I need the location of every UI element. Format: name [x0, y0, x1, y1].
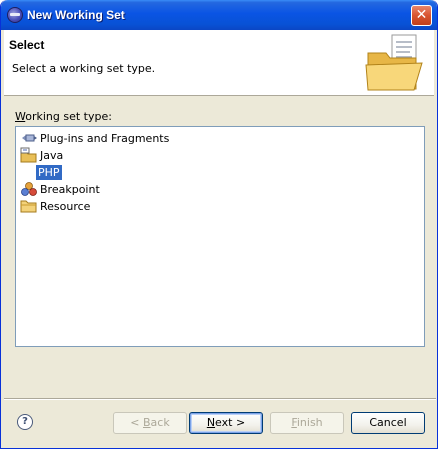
- plugin-icon: [20, 130, 38, 146]
- wizard-header: Select Select a working set type.: [4, 30, 434, 96]
- list-item-label: PHP: [36, 164, 62, 180]
- eclipse-icon: [7, 7, 23, 23]
- back-button[interactable]: < Back: [113, 412, 187, 434]
- footer-divider: [4, 398, 436, 400]
- working-set-type-label: Working set type:: [15, 110, 112, 123]
- java-project-icon: [20, 147, 38, 163]
- list-item-label: Java: [40, 148, 64, 162]
- breakpoint-icon: [20, 181, 38, 197]
- list-item-breakpoint[interactable]: Breakpoint: [20, 181, 102, 197]
- page-description: Select a working set type.: [12, 62, 156, 75]
- folder-icon: [20, 198, 38, 214]
- list-item-resource[interactable]: Resource: [20, 198, 92, 214]
- list-item-php[interactable]: PHP: [36, 164, 62, 180]
- list-item-plugins[interactable]: Plug-ins and Fragments: [20, 130, 171, 146]
- finish-button[interactable]: Finish: [270, 412, 344, 434]
- list-item-label: Resource: [40, 199, 91, 213]
- list-item-label: Breakpoint: [40, 182, 100, 196]
- folder-document-icon: [365, 34, 423, 91]
- list-item-label: Plug-ins and Fragments: [40, 131, 170, 145]
- list-item-java[interactable]: Java: [20, 147, 65, 163]
- page-title: Select: [9, 38, 45, 52]
- title-bar[interactable]: New Working Set ✕: [1, 0, 437, 30]
- working-set-type-list[interactable]: Plug-ins and Fragments Java PHP Breakpoi…: [15, 126, 425, 347]
- close-button[interactable]: ✕: [411, 5, 432, 26]
- window-title: New Working Set: [27, 8, 125, 22]
- help-icon[interactable]: ?: [17, 414, 33, 430]
- new-working-set-dialog: New Working Set ✕ Select Select a workin…: [0, 0, 438, 449]
- cancel-button[interactable]: Cancel: [351, 412, 425, 434]
- next-button[interactable]: Next >: [189, 412, 263, 434]
